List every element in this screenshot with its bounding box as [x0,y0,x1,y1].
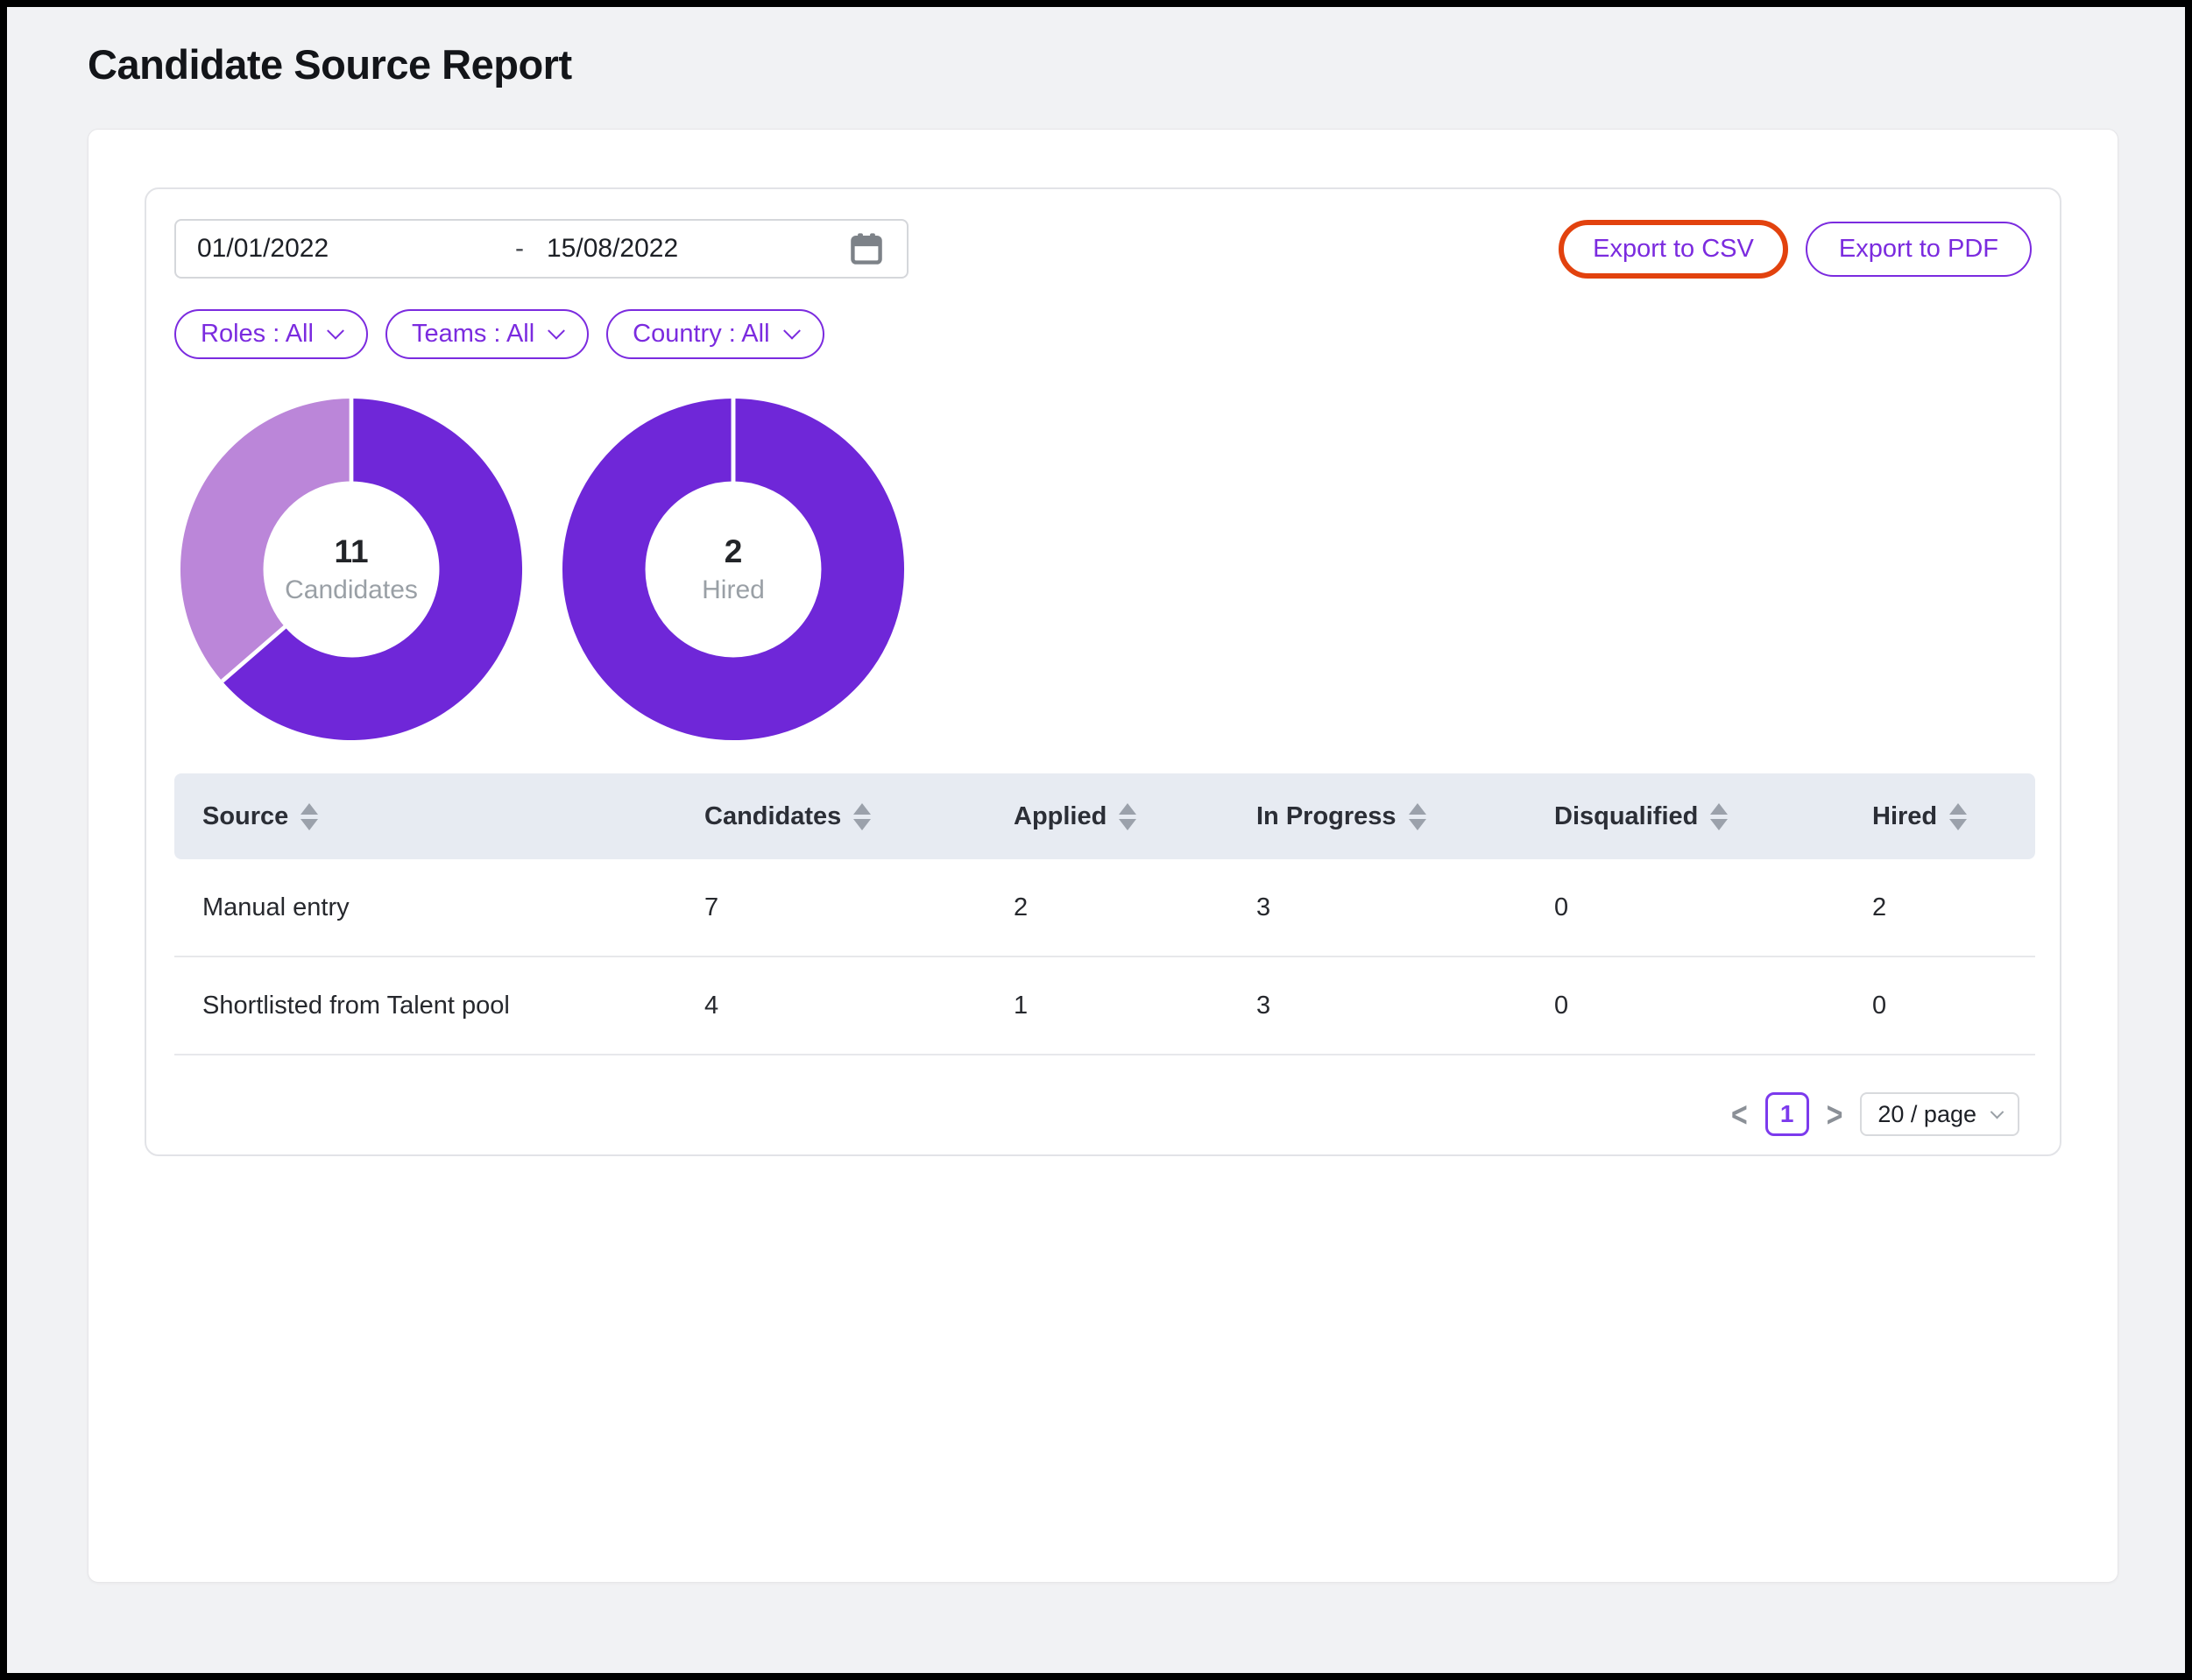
chevron-down-icon [327,321,344,339]
page-size-value: 20 / page [1877,1101,1976,1128]
cell-in-progress: 3 [1256,992,1554,1020]
sort-icon[interactable] [1710,803,1728,830]
chevron-down-icon [783,321,801,339]
source-table: Source Candidates Applied In Progress [174,773,2035,1055]
column-header-candidates-label: Candidates [704,802,841,831]
date-range-input[interactable]: 01/01/2022 - 15/08/2022 [174,219,909,279]
pagination-page-1[interactable]: 1 [1765,1092,1809,1136]
export-csv-button[interactable]: Export to CSV [1565,226,1782,272]
sort-icon[interactable] [301,803,318,830]
column-header-source-label: Source [202,802,288,831]
donut-chart-hired: 2 Hired [561,397,906,742]
column-header-in-progress-label: In Progress [1256,802,1397,831]
column-header-source[interactable]: Source [202,802,704,831]
date-range-start[interactable]: 01/01/2022 [197,234,515,264]
column-header-in-progress[interactable]: In Progress [1256,802,1554,831]
filter-teams[interactable]: Teams : All [385,309,589,359]
pagination-prev-button[interactable]: < [1731,1097,1748,1132]
donut-chart-candidates: 11 Candidates [179,397,524,742]
cell-candidates: 7 [704,893,1014,922]
page-size-select[interactable]: 20 / page [1860,1092,2019,1136]
date-range-separator: - [515,234,524,264]
pagination: < 1 > 20 / page [174,1092,2032,1136]
cell-candidates: 4 [704,992,1014,1020]
chevron-down-icon [548,321,565,339]
sort-icon[interactable] [1119,803,1136,830]
page-title: Candidate Source Report [88,40,2185,88]
column-header-applied-label: Applied [1014,802,1107,831]
filter-country-label: Country : All [633,320,769,349]
cell-hired: 2 [1872,893,2035,922]
cell-disqualified: 0 [1554,893,1872,922]
cell-applied: 1 [1014,992,1256,1020]
filter-roles-label: Roles : All [201,320,314,349]
donut-chart-hired-svg [561,397,906,742]
cell-source: Manual entry [202,893,704,922]
report-card: 01/01/2022 - 15/08/2022 Export [88,129,2118,1583]
sort-icon[interactable] [1409,803,1426,830]
cell-applied: 2 [1014,893,1256,922]
cell-source: Shortlisted from Talent pool [202,992,704,1020]
donut-chart-candidates-svg [179,397,524,742]
cell-hired: 0 [1872,992,2035,1020]
column-header-hired[interactable]: Hired [1872,802,2035,831]
toolbar: 01/01/2022 - 15/08/2022 Export [174,219,2032,279]
column-header-applied[interactable]: Applied [1014,802,1256,831]
report-panel: 01/01/2022 - 15/08/2022 Export [145,187,2061,1156]
cell-disqualified: 0 [1554,992,1872,1020]
date-range-end[interactable]: 15/08/2022 [547,234,678,264]
column-header-candidates[interactable]: Candidates [704,802,1014,831]
pagination-next-button[interactable]: > [1827,1097,1843,1132]
table-row: Manual entry 7 2 3 0 2 [174,859,2035,957]
table-header-row: Source Candidates Applied In Progress [174,773,2035,859]
screenshot-frame: Candidate Source Report 01/01/2022 - 15/… [0,0,2192,1680]
column-header-disqualified-label: Disqualified [1554,802,1698,831]
export-pdf-button[interactable]: Export to PDF [1806,222,2032,277]
filter-roles[interactable]: Roles : All [174,309,368,359]
chevron-down-icon [1990,1105,2005,1119]
highlight-ring: Export to CSV [1559,220,1788,279]
filter-teams-label: Teams : All [412,320,534,349]
sort-icon[interactable] [853,803,871,830]
filter-bar: Roles : All Teams : All Country : All [174,309,2032,359]
calendar-icon[interactable] [847,229,886,268]
export-buttons: Export to CSV Export to PDF [1559,220,2032,279]
cell-in-progress: 3 [1256,893,1554,922]
column-header-hired-label: Hired [1872,802,1937,831]
filter-country[interactable]: Country : All [606,309,824,359]
sort-icon[interactable] [1949,803,1967,830]
table-row: Shortlisted from Talent pool 4 1 3 0 0 [174,957,2035,1055]
charts-row: 11 Candidates 2 Hired [174,397,2032,742]
column-header-disqualified[interactable]: Disqualified [1554,802,1872,831]
